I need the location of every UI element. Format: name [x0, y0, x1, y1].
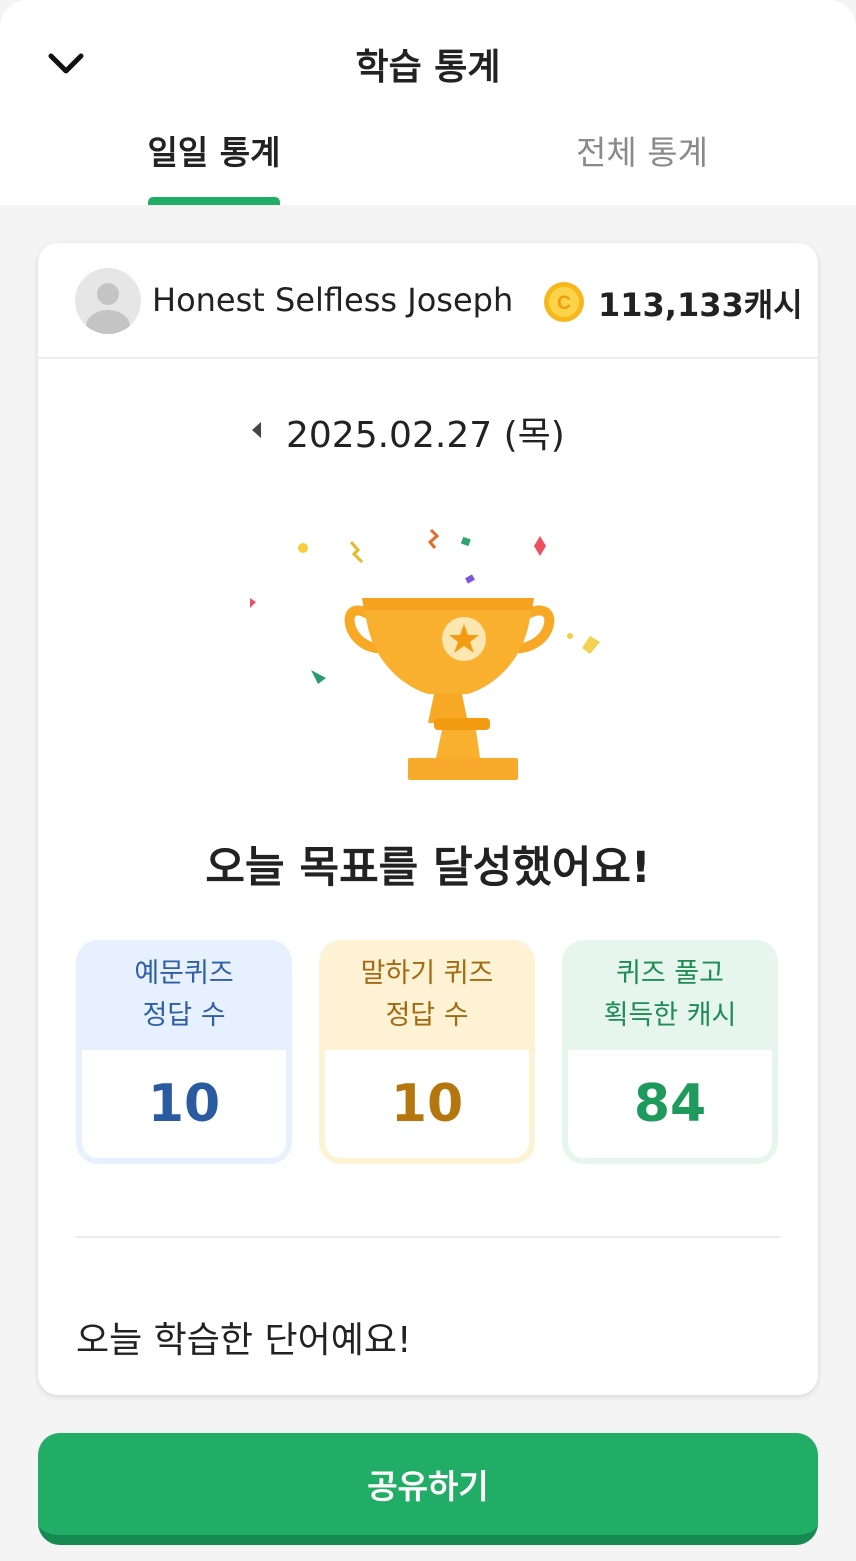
coin-icon: C [544, 282, 584, 322]
tab-total-stats[interactable]: 전체 통계 [492, 126, 792, 205]
cash-amount: 113,133캐시 [598, 286, 803, 324]
top-bar: 학습 통계 일일 통계 전체 통계 [0, 0, 856, 205]
trophy-icon [250, 528, 600, 780]
stat-label-line2: 정답 수 [142, 1000, 226, 1031]
goal-achieved-message: 오늘 목표를 달성했어요! [205, 843, 651, 893]
date-text: 2025.02.27 (목) [286, 415, 565, 456]
stat-label-line1: 말하기 퀴즈 [360, 958, 494, 989]
daily-stats-card: Honest Selfless Joseph C 113,133캐시 2025.… [38, 243, 818, 1395]
stat-value: 84 [568, 1050, 772, 1158]
user-name: Honest Selfless Joseph [152, 281, 514, 319]
page-title: 학습 통계 [355, 47, 501, 88]
stat-label-line2: 정답 수 [385, 1000, 469, 1031]
stat-label-line1: 퀴즈 풀고 [616, 958, 724, 989]
default-avatar-icon [86, 283, 130, 334]
tab-daily-stats[interactable]: 일일 통계 [64, 126, 364, 205]
stat-value: 10 [82, 1050, 286, 1158]
triangle-left-icon[interactable] [245, 418, 269, 442]
stat-label-line1: 예문퀴즈 [134, 958, 234, 989]
share-button[interactable]: 공유하기 [38, 1433, 818, 1545]
speaking-quiz-stat: 말하기 퀴즈 정답 수 10 [319, 940, 535, 1164]
profile-header: Honest Selfless Joseph C 113,133캐시 [38, 243, 818, 359]
date-selector: 2025.02.27 (목) [38, 405, 818, 456]
svg-text:C: C [557, 293, 571, 314]
divider [76, 1236, 780, 1238]
sentence-quiz-stat: 예문퀴즈 정답 수 10 [76, 940, 292, 1164]
stat-value: 10 [325, 1050, 529, 1158]
learned-words-title: 오늘 학습한 단어예요! [76, 1320, 412, 1361]
stat-label-line2: 획득한 캐시 [603, 1000, 737, 1031]
active-tab-indicator [148, 197, 280, 205]
earned-cash-stat: 퀴즈 풀고 획득한 캐시 84 [562, 940, 778, 1164]
share-button-label: 공유하기 [367, 1467, 489, 1506]
tab-total-stats-label: 전체 통계 [576, 133, 708, 172]
avatar [75, 268, 141, 334]
tab-daily-stats-label: 일일 통계 [147, 133, 281, 172]
